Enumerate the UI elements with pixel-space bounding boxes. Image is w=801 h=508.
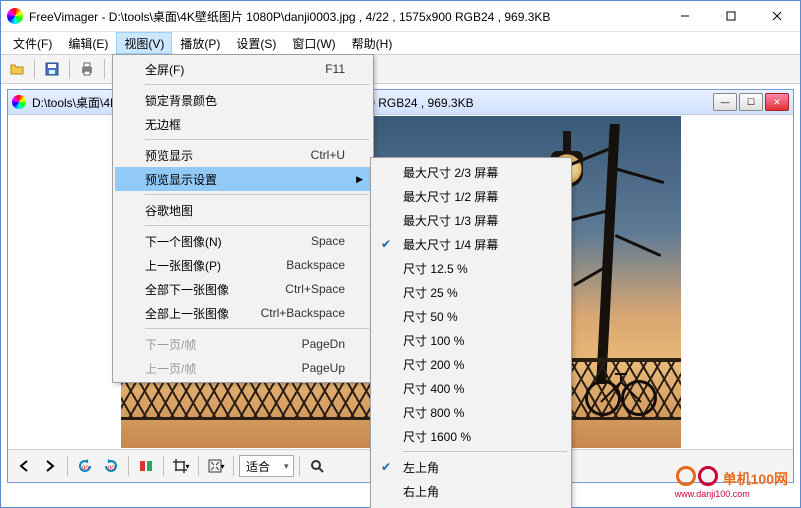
menu-all-next-image[interactable]: 全部下一张图像Ctrl+Space [115,277,371,301]
check-icon: ✔ [381,460,391,474]
rotate-cw-button[interactable]: 90 [99,455,123,477]
submenu-arrow-icon: ▶ [356,174,363,185]
separator [34,59,35,79]
print-button[interactable] [75,58,99,80]
menu-separator [145,139,369,140]
submenu-item[interactable]: 尺寸 50 % [373,304,569,328]
submenu-item-label: 尺寸 1600 % [403,428,471,445]
open-button[interactable] [5,58,29,80]
submenu-item-label: 尺寸 12.5 % [403,260,468,277]
submenu-item[interactable]: 尺寸 800 % [373,400,569,424]
submenu-item-label: 左上角 [403,459,439,476]
submenu-item[interactable]: ✔ 左上角 [373,455,569,479]
svg-text:90: 90 [108,466,115,472]
submenu-item[interactable]: 右上角 [373,479,569,503]
zoom-combo-value: 适合 [246,458,270,475]
menu-next-page[interactable]: 下一页/帧PageDn [115,332,371,356]
submenu-item[interactable]: 最大尺寸 1/2 屏幕 [373,184,569,208]
submenu-item[interactable]: 尺寸 12.5 % [373,256,569,280]
menu-fullscreen[interactable]: 全屏(F)F11 [115,57,371,81]
fit-button[interactable]: ▾ [204,455,228,477]
crop-button[interactable]: ▾ [169,455,193,477]
submenu-item-label: 尺寸 50 % [403,308,458,325]
menu-separator [145,194,369,195]
window-controls [662,1,800,31]
red-blue-toggle-button[interactable] [134,455,158,477]
menu-play[interactable]: 播放(P) [172,32,228,54]
menu-view[interactable]: 视图(V) [116,32,172,54]
main-window: FreeVimager - D:\tools\桌面\4K壁纸图片 1080P\d… [0,0,801,508]
save-button[interactable] [40,58,64,80]
menu-file[interactable]: 文件(F) [5,32,60,54]
app-icon [7,8,23,24]
document-minimize-button[interactable]: — [713,93,737,111]
submenu-item[interactable]: 最大尺寸 2/3 屏幕 [373,160,569,184]
menu-window[interactable]: 窗口(W) [284,32,343,54]
submenu-item[interactable]: 尺寸 400 % [373,376,569,400]
menu-separator [403,451,567,452]
document-close-button[interactable]: ✕ [765,93,789,111]
submenu-item[interactable]: ✔ 最大尺寸 1/4 屏幕 [373,232,569,256]
submenu-item-label: 最大尺寸 1/4 屏幕 [403,236,498,253]
preview-settings-submenu: 最大尺寸 2/3 屏幕最大尺寸 1/2 屏幕最大尺寸 1/3 屏幕 ✔ 最大尺寸 1… [370,157,572,508]
submenu-item-label: 最大尺寸 1/2 屏幕 [403,188,498,205]
menubar: 文件(F) 编辑(E) 视图(V) 播放(P) 设置(S) 窗口(W) 帮助(H… [1,32,800,55]
menu-edit[interactable]: 编辑(E) [60,32,116,54]
submenu-item[interactable]: 尺寸 200 % [373,352,569,376]
submenu-item-label: 尺寸 400 % [403,380,464,397]
separator [299,456,300,476]
menu-preview-settings[interactable]: 预览显示设置▶ [115,167,371,191]
zoom-combo[interactable]: 适合 [239,455,294,477]
document-icon [12,95,26,109]
view-menu: 全屏(F)F11 锁定背景颜色 无边框 预览显示Ctrl+U 预览显示设置▶ 谷… [112,54,374,383]
separator [104,59,105,79]
submenu-item[interactable]: 尺寸 25 % [373,280,569,304]
submenu-item-label: 尺寸 100 % [403,332,464,349]
document-maximize-button[interactable]: ☐ [739,93,763,111]
menu-prev-page[interactable]: 上一页/帧PageUp [115,356,371,380]
separator [163,456,164,476]
menu-google-maps[interactable]: 谷歌地图 [115,198,371,222]
menu-separator [145,225,369,226]
separator [67,456,68,476]
menu-all-prev-image[interactable]: 全部上一张图像Ctrl+Backspace [115,301,371,325]
submenu-item-label: 右上角 [403,483,439,500]
submenu-item[interactable]: 左下角 [373,503,569,508]
minimize-button[interactable] [662,1,708,31]
separator [69,59,70,79]
rotate-ccw-button[interactable]: 90 [73,455,97,477]
menu-preview-show[interactable]: 预览显示Ctrl+U [115,143,371,167]
separator [198,456,199,476]
submenu-item[interactable]: 尺寸 100 % [373,328,569,352]
separator [128,456,129,476]
window-title: FreeVimager - D:\tools\桌面\4K壁纸图片 1080P\d… [29,8,662,25]
menu-next-image[interactable]: 下一个图像(N)Space [115,229,371,253]
menu-no-border[interactable]: 无边框 [115,112,371,136]
image-element [559,124,669,384]
image-element [585,370,657,416]
submenu-item-label: 最大尺寸 1/3 屏幕 [403,212,498,229]
menu-separator [145,84,369,85]
submenu-item-label: 尺寸 200 % [403,356,464,373]
menu-separator [145,328,369,329]
menu-help[interactable]: 帮助(H) [344,32,401,54]
menu-lock-bg-color[interactable]: 锁定背景颜色 [115,88,371,112]
close-button[interactable] [754,1,800,31]
submenu-item-label: 尺寸 800 % [403,404,464,421]
svg-text:90: 90 [82,466,89,472]
prev-image-button[interactable] [12,455,36,477]
menu-prev-image[interactable]: 上一张图像(P)Backspace [115,253,371,277]
separator [233,456,234,476]
submenu-item-label: 最大尺寸 2/3 屏幕 [403,164,498,181]
submenu-item-label: 尺寸 25 % [403,284,458,301]
next-image-button[interactable] [38,455,62,477]
submenu-item[interactable]: 尺寸 1600 % [373,424,569,448]
menu-settings[interactable]: 设置(S) [228,32,284,54]
titlebar: FreeVimager - D:\tools\桌面\4K壁纸图片 1080P\d… [1,1,800,32]
maximize-button[interactable] [708,1,754,31]
submenu-item[interactable]: 最大尺寸 1/3 屏幕 [373,208,569,232]
zoom-tool-button[interactable] [305,455,329,477]
document-window-controls: — ☐ ✕ [713,93,789,111]
check-icon: ✔ [381,237,391,251]
